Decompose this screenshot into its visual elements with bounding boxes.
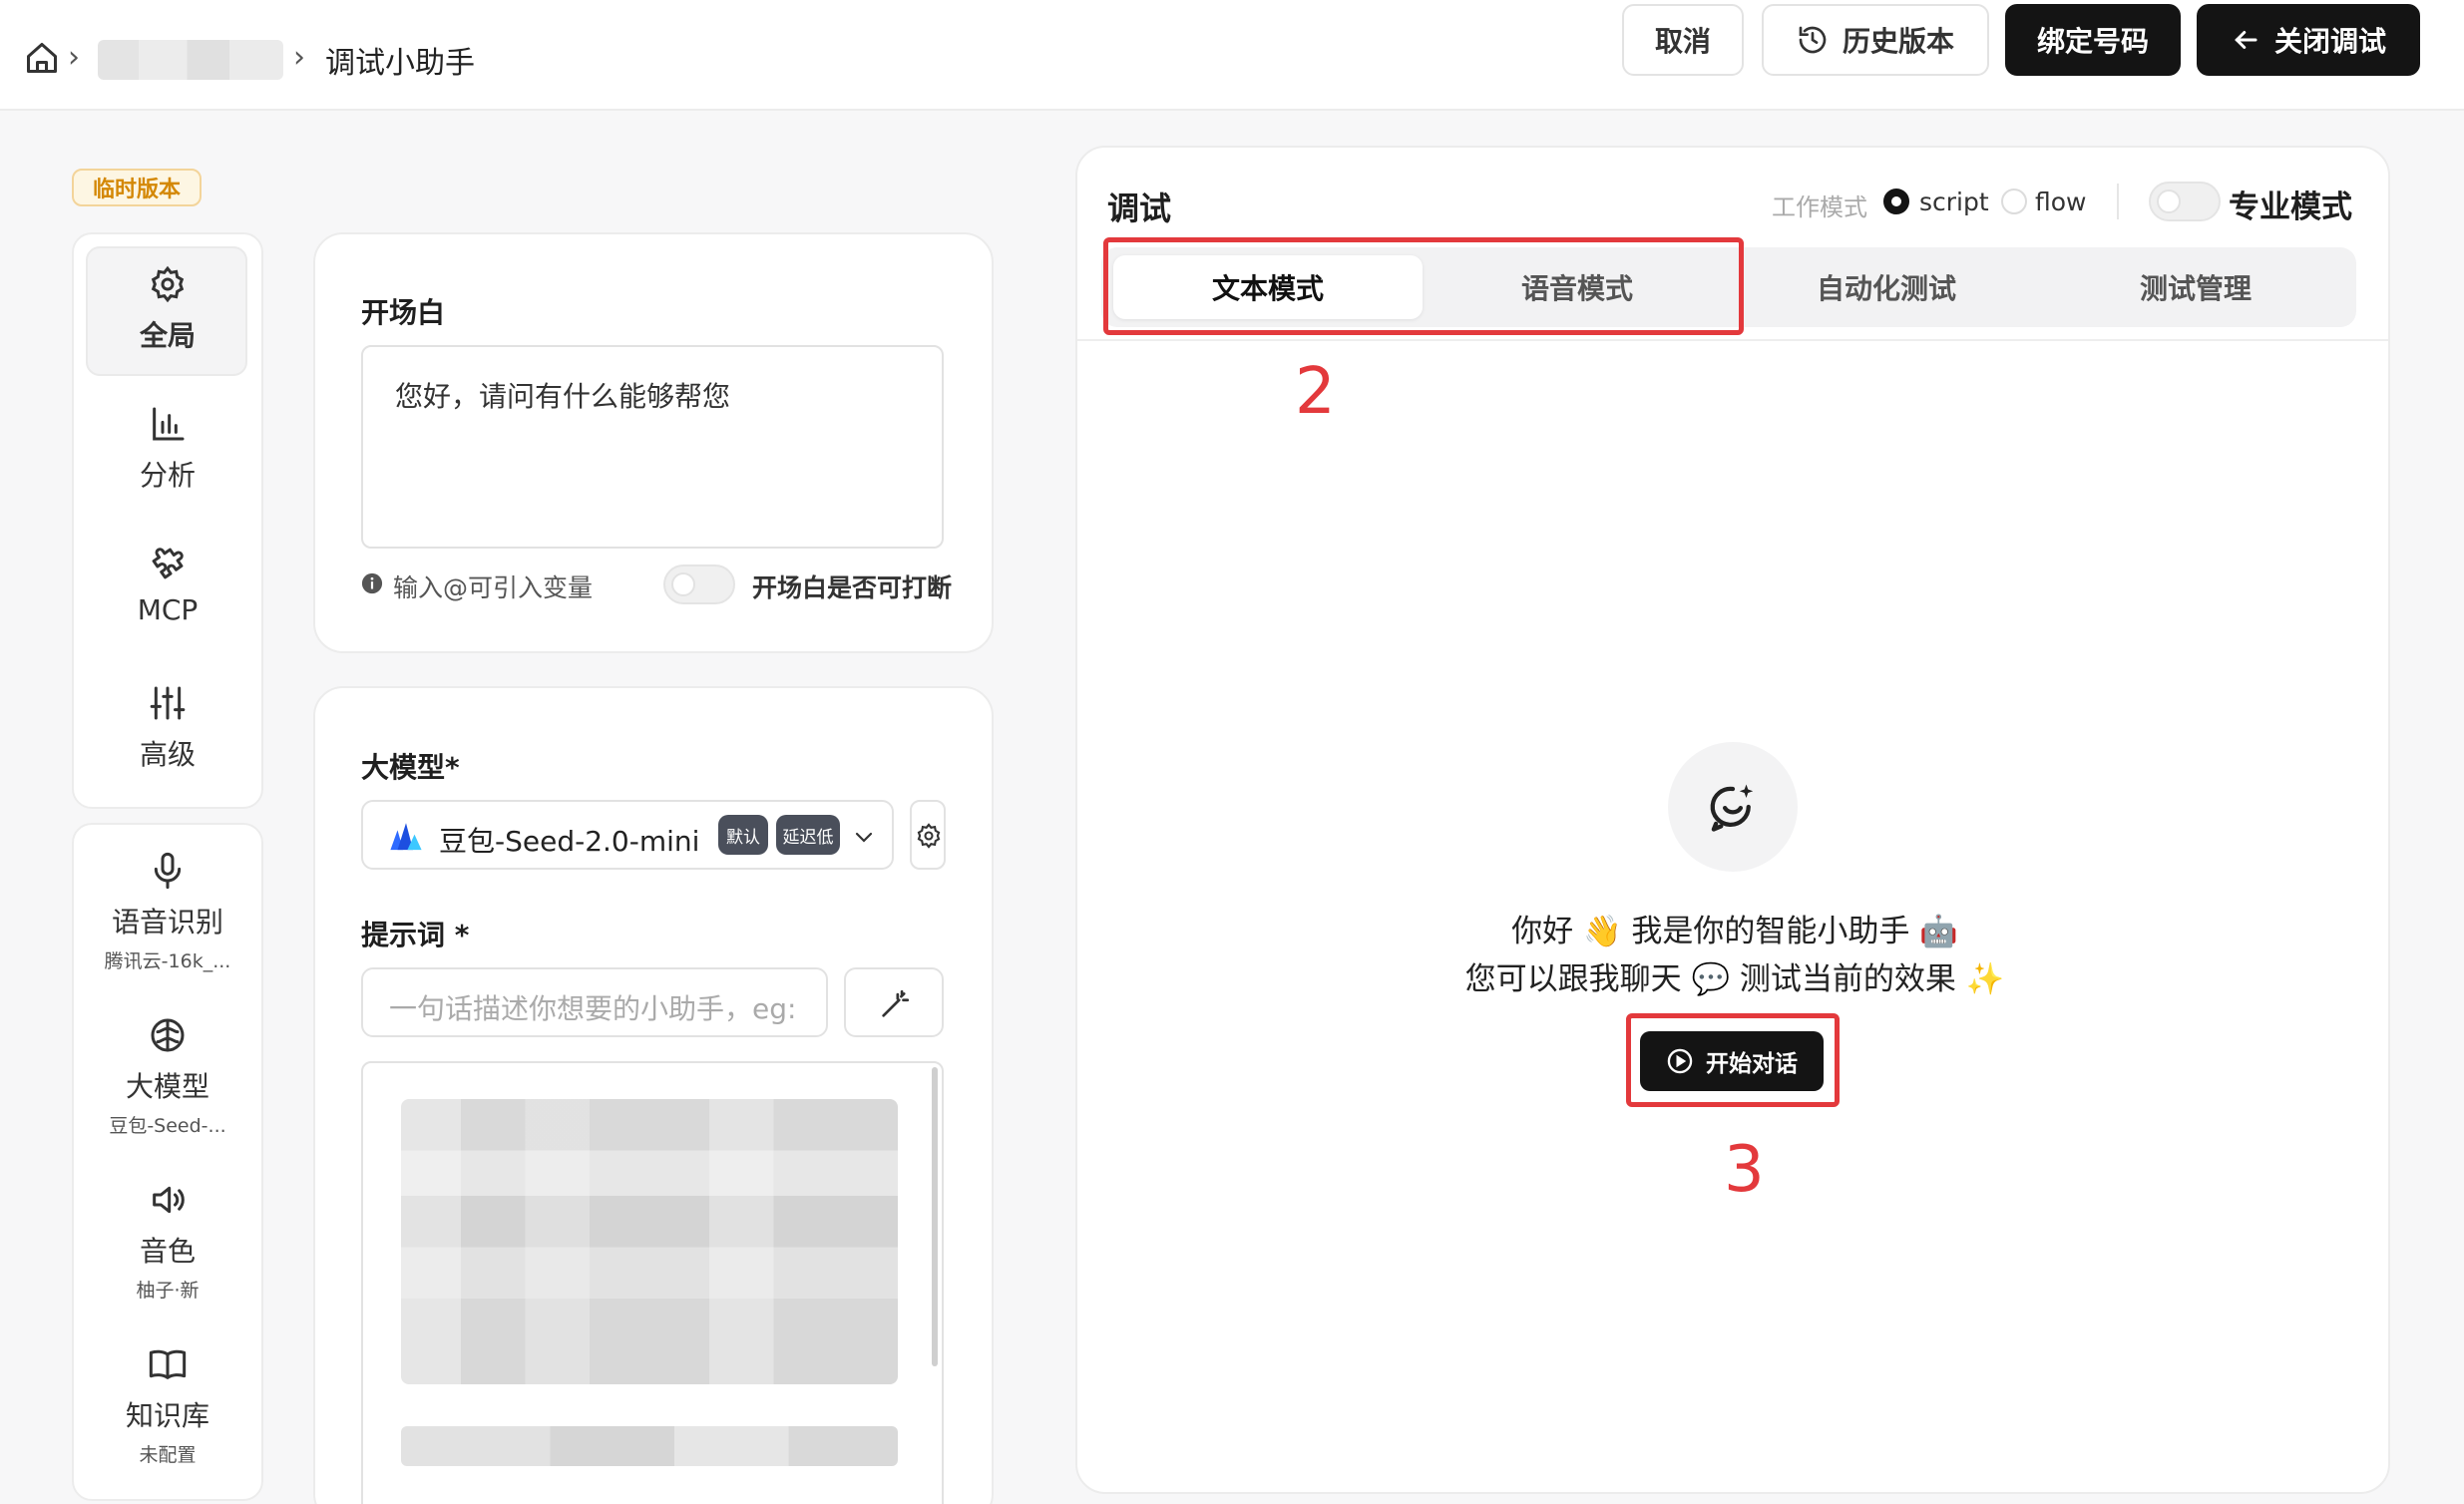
bind-number-button[interactable]: 绑定号码 (2005, 4, 2181, 76)
toggle-knob (671, 572, 695, 596)
arrow-left-icon (2235, 31, 2258, 49)
model-name: 豆包-Seed-2.0-mini (439, 825, 700, 858)
home-icon[interactable] (24, 40, 60, 76)
magic-wand-button[interactable] (844, 967, 944, 1037)
work-mode-label: 工作模式 (1772, 193, 1867, 221)
history-icon (1799, 26, 1827, 54)
version-badge: 临时版本 (72, 169, 202, 206)
nav-label: MCP (137, 593, 199, 626)
magic-wand-icon (882, 989, 910, 1017)
nav-item-knowledge[interactable]: 知识库 未配置 (74, 1344, 261, 1467)
blurred-prompt-line (401, 1426, 898, 1466)
annotation-box-tabs (1103, 237, 1744, 335)
debug-title: 调试 (1107, 189, 1172, 227)
nav-item-voice[interactable]: 音色 柚子·新 (74, 1180, 261, 1303)
blurred-prompt-content (401, 1099, 898, 1384)
breadcrumb-current: 调试小助手 (325, 46, 475, 81)
nav-item-mcp[interactable]: MCP (74, 544, 261, 626)
tag-low-latency: 延迟低 (776, 815, 840, 855)
variable-hint: 输入@可引入变量 (393, 573, 594, 602)
chevron-right-icon: › (293, 40, 305, 75)
annotation-number-3: 3 (1724, 1133, 1765, 1207)
nav-sub: 未配置 (139, 1444, 197, 1466)
mode-flow-label[interactable]: flow (2035, 188, 2087, 216)
radio-script[interactable] (1883, 188, 1909, 214)
tab-test-management[interactable]: 测试管理 (2041, 267, 2350, 307)
chevron-down-icon (855, 832, 873, 843)
mode-script-label[interactable]: script (1919, 188, 1989, 216)
greeting-line-1: 你好 👋 我是你的智能小助手 🤖 (1511, 914, 1958, 949)
cancel-button[interactable]: 取消 (1622, 4, 1744, 76)
speaker-icon (153, 1186, 185, 1214)
doubao-logo-icon (390, 823, 422, 851)
nav-item-analysis[interactable]: 分析 (74, 404, 261, 494)
sliders-icon (150, 686, 186, 720)
nav-label: 全局 (139, 319, 196, 352)
brain-icon (151, 1018, 185, 1052)
chevron-right-icon: › (68, 40, 80, 75)
divider (2117, 184, 2119, 219)
gear-icon (151, 265, 185, 303)
prompt-placeholder: 一句话描述你想要的小助手，eg: (389, 992, 797, 1025)
tabs-divider (1077, 339, 2388, 341)
close-debug-button[interactable]: 关闭调试 (2197, 4, 2420, 76)
nav-card-top: 全局 分析 MCP 高级 (72, 232, 263, 809)
play-circle-icon (1667, 1048, 1693, 1074)
opening-title: 开场白 (361, 296, 446, 329)
nav-sub: 豆包-Seed-... (109, 1115, 226, 1137)
prompt-scrollbar[interactable] (932, 1067, 938, 1366)
opening-text: 您好，请问有什么能够帮您 (395, 380, 731, 413)
pro-mode-toggle[interactable] (2149, 182, 2221, 221)
nav-label: 大模型 (125, 1070, 209, 1103)
start-chat-label: 开始对话 (1706, 1051, 1798, 1077)
nav-label: 音色 (139, 1235, 196, 1268)
microphone-icon (154, 852, 182, 890)
breadcrumb-redacted[interactable] (98, 40, 283, 80)
nav-card-bottom: 语音识别 腾讯云-16k_... 大模型 豆包-Seed-... 音色 柚子·新… (72, 823, 263, 1501)
greeting-line-2: 您可以跟我聊天 💬 测试当前的效果 ✨ (1464, 961, 2005, 997)
radio-flow[interactable] (2001, 188, 2027, 214)
model-settings-button[interactable] (910, 800, 946, 870)
annotation-number-2: 2 (1295, 355, 1336, 429)
bar-chart-icon (153, 407, 185, 441)
nav-sub: 柚子·新 (136, 1280, 200, 1302)
nav-label: 高级 (139, 738, 196, 771)
cancel-label: 取消 (1654, 25, 1711, 58)
bind-number-label: 绑定号码 (2036, 25, 2149, 58)
nav-item-llm[interactable]: 大模型 豆包-Seed-... (74, 1015, 261, 1138)
history-label: 历史版本 (1842, 25, 1954, 58)
nav-sub: 腾讯云-16k_... (104, 950, 231, 972)
tag-default: 默认 (718, 815, 768, 855)
chat-sparkle-icon (1710, 784, 1754, 832)
nav-label: 知识库 (125, 1399, 209, 1432)
nav-label: 语音识别 (111, 906, 223, 939)
puzzle-icon (152, 548, 184, 579)
prompt-title: 提示词 * (361, 919, 470, 951)
nav-item-asr[interactable]: 语音识别 腾讯云-16k_... (74, 851, 261, 973)
nav-label: 分析 (139, 459, 196, 492)
close-debug-label: 关闭调试 (2273, 25, 2386, 58)
pro-mode-label: 专业模式 (2229, 189, 2352, 225)
toggle-knob (2157, 189, 2181, 213)
prompt-textarea[interactable] (361, 1061, 944, 1504)
gear-icon (917, 823, 941, 849)
tab-auto-test[interactable]: 自动化测试 (1732, 267, 2041, 307)
start-chat-button[interactable]: 开始对话 (1640, 1031, 1824, 1091)
nav-item-advanced[interactable]: 高级 (74, 683, 261, 773)
prompt-generate-input[interactable]: 一句话描述你想要的小助手，eg: (361, 967, 828, 1037)
book-icon (149, 1349, 187, 1379)
model-select[interactable]: 豆包-Seed-2.0-mini 默认 延迟低 (361, 800, 894, 870)
opening-textarea[interactable]: 您好，请问有什么能够帮您 (361, 345, 944, 549)
history-button[interactable]: 历史版本 (1762, 4, 1989, 76)
interrupt-label: 开场白是否可打断 (752, 573, 953, 602)
info-icon (361, 572, 383, 594)
assistant-avatar (1668, 742, 1798, 872)
interrupt-toggle[interactable] (663, 564, 735, 604)
nav-item-global[interactable]: 全局 (74, 264, 261, 354)
model-title: 大模型* (361, 751, 460, 784)
